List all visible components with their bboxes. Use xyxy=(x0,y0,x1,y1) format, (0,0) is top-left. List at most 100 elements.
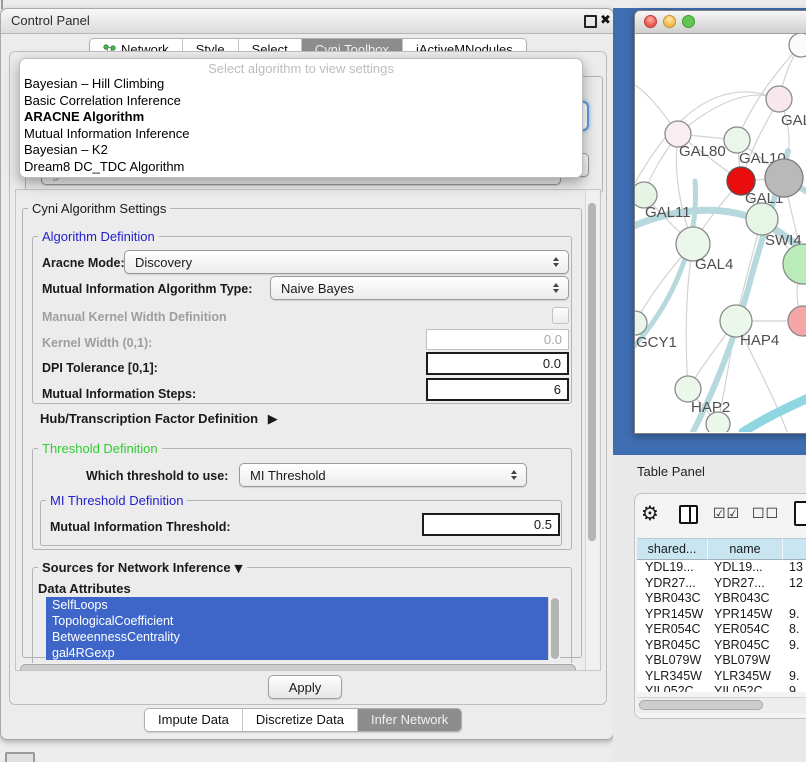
table-cell: 12 xyxy=(783,576,806,592)
float-window-icon[interactable] xyxy=(584,15,597,28)
tab-infer-network[interactable]: Infer Network xyxy=(358,709,461,731)
network-node-swi4[interactable] xyxy=(746,203,778,235)
apply-button[interactable]: Apply xyxy=(268,675,342,699)
algorithm-option[interactable]: Mutual Information Inference xyxy=(20,126,582,143)
table-cell: 8. xyxy=(783,622,806,638)
algorithm-option[interactable]: Dream8 DC_TDC Algorithm xyxy=(20,159,582,176)
close-traffic-light[interactable] xyxy=(644,15,657,28)
column-header[interactable]: A xyxy=(783,538,806,560)
table-cell: YPR145W xyxy=(708,607,783,623)
mi-steps-field[interactable]: 6 xyxy=(426,378,569,401)
table-cell: YER054C xyxy=(708,622,783,638)
table-row[interactable]: YBL079WYBL079W xyxy=(637,653,806,669)
table-cell: YDR27... xyxy=(708,576,783,592)
column-header[interactable]: name xyxy=(708,538,783,560)
split-columns-icon[interactable] xyxy=(679,505,698,524)
network-node[interactable] xyxy=(789,33,806,57)
algorithm-list: Bayesian – Hill ClimbingBasic Correlatio… xyxy=(20,76,582,175)
attribute-item[interactable]: TopologicalCoefficient xyxy=(46,613,548,629)
table-row[interactable]: YDL19...YDL19...13 xyxy=(637,560,806,576)
screen: Control Panel ✖ NetworkStyleSelectCyni T… xyxy=(0,0,806,762)
cropped-window-icon xyxy=(5,752,35,762)
which-threshold-combo[interactable]: MI Threshold xyxy=(239,463,527,487)
mi-type-value: Naive Bayes xyxy=(281,281,553,296)
node-label: GAL xyxy=(781,112,806,129)
combo-arrows-icon xyxy=(511,470,526,480)
column-header[interactable]: shared... xyxy=(637,538,708,560)
table-header-row: shared...nameA xyxy=(637,538,806,560)
minimize-traffic-light[interactable] xyxy=(663,15,676,28)
window-title: Control Panel xyxy=(11,13,90,28)
control-panel-window: Control Panel ✖ NetworkStyleSelectCyni T… xyxy=(0,8,614,740)
network-node[interactable] xyxy=(765,159,803,197)
zoom-traffic-light[interactable] xyxy=(682,15,695,28)
manual-kernel-checkbox[interactable] xyxy=(552,307,569,324)
data-attributes-list[interactable]: SelfLoopsTopologicalCoefficientBetweenne… xyxy=(46,597,548,660)
network-node-gal[interactable] xyxy=(766,86,792,112)
sources-title: Sources for Network Inference xyxy=(42,560,231,575)
new-table-icon[interactable] xyxy=(794,501,806,526)
attribute-item[interactable]: BetweennessCentrality xyxy=(46,629,548,645)
node-label: GCY1 xyxy=(636,334,677,351)
algorithm-option[interactable]: ARACNE Algorithm xyxy=(20,109,582,126)
aracne-mode-value: Discovery xyxy=(135,255,553,270)
mi-threshold-label: Mutual Information Threshold: xyxy=(50,520,231,534)
network-node[interactable] xyxy=(706,412,730,432)
close-icon[interactable]: ✖ xyxy=(600,13,611,28)
settings-hscrollbar[interactable] xyxy=(18,663,582,671)
kernel-width-label: Kernel Width (0,1): xyxy=(42,336,152,350)
combo-arrows-icon xyxy=(553,283,568,293)
scrollbar-thumb[interactable] xyxy=(588,203,596,541)
dpi-tolerance-label: DPI Tolerance [0,1]: xyxy=(42,361,158,375)
table-cell: YBL079W xyxy=(708,653,783,669)
tab-discretize-data[interactable]: Discretize Data xyxy=(243,709,358,731)
scrollbar-thumb[interactable] xyxy=(639,700,763,710)
node-label: GAL11 xyxy=(645,204,691,221)
kernel-width-field[interactable]: 0.0 xyxy=(426,329,569,350)
settings-vscrollbar[interactable] xyxy=(585,190,599,670)
hub-definition-expander[interactable]: Hub/Transcription Factor Definition ▶ xyxy=(40,411,278,427)
table-cell: 13 xyxy=(783,560,806,576)
node-table: shared...nameA YDL19...YDL19...13YDR27..… xyxy=(637,538,806,692)
algorithm-option[interactable]: Bayesian – Hill Climbing xyxy=(20,76,582,93)
scrollbar-thumb[interactable] xyxy=(20,664,576,671)
select-all-columns-icon[interactable]: ☑☑ xyxy=(713,506,740,522)
gear-icon[interactable]: ⚙ xyxy=(641,501,659,525)
table-row[interactable]: YBR043CYBR043C xyxy=(637,591,806,607)
network-node-y[interactable] xyxy=(788,306,806,336)
tab-impute-data[interactable]: Impute Data xyxy=(145,709,243,731)
attribute-item[interactable]: SelfLoops xyxy=(46,597,548,613)
table-row[interactable]: YER054CYER054C8. xyxy=(637,622,806,638)
aracne-mode-label: Aracne Mode: xyxy=(42,256,125,270)
algorithm-option[interactable]: Bayesian – K2 xyxy=(20,142,582,159)
node-label: GAL4 xyxy=(695,256,733,273)
mi-type-combo[interactable]: Naive Bayes xyxy=(270,276,569,300)
combo-arrows-icon xyxy=(553,257,568,267)
table-row[interactable]: YIL052CYIL052C9. xyxy=(637,684,806,692)
dpi-tolerance-field[interactable]: 0.0 xyxy=(426,352,569,375)
table-cell: YDL19... xyxy=(708,560,783,576)
table-cell xyxy=(783,591,806,607)
hub-definition-label: Hub/Transcription Factor Definition xyxy=(40,411,258,426)
table-hscrollbar[interactable] xyxy=(637,697,806,713)
network-node[interactable] xyxy=(783,244,806,284)
algorithm-option[interactable]: Basic Correlation Inference xyxy=(20,93,582,110)
scrollbar-thumb[interactable] xyxy=(551,598,559,659)
deselect-all-columns-icon[interactable]: ☐☐ xyxy=(752,506,779,522)
table-row[interactable]: YBR045CYBR045C9. xyxy=(637,638,806,654)
expand-right-arrow-icon: ▶ xyxy=(268,412,278,427)
aracne-mode-combo[interactable]: Discovery xyxy=(124,250,569,274)
attribute-item[interactable]: gal4RGexp xyxy=(46,645,548,660)
attributes-list-scrollbar[interactable] xyxy=(548,597,560,660)
settings-scrollpane: Cyni Algorithm Settings Algorithm Defini… xyxy=(15,189,601,671)
table-row[interactable]: YPR145WYPR145W9. xyxy=(637,607,806,623)
table-cell xyxy=(783,653,806,669)
table-row[interactable]: YDR27...YDR27...12 xyxy=(637,576,806,592)
sources-expander[interactable]: Sources for Network Inference ▼ xyxy=(38,560,247,575)
table-cell: YBR043C xyxy=(708,591,783,607)
control-panel-titlebar: Control Panel ✖ xyxy=(1,9,613,34)
table-cell: YBL079W xyxy=(637,653,708,669)
table-row[interactable]: YLR345WYLR345W9. xyxy=(637,669,806,685)
mi-threshold-field[interactable]: 0.5 xyxy=(422,513,560,536)
network-canvas[interactable]: GALGAL80GAL10GAL1GAL11SWI4GAL4GCY1HAP4YH… xyxy=(635,33,806,432)
